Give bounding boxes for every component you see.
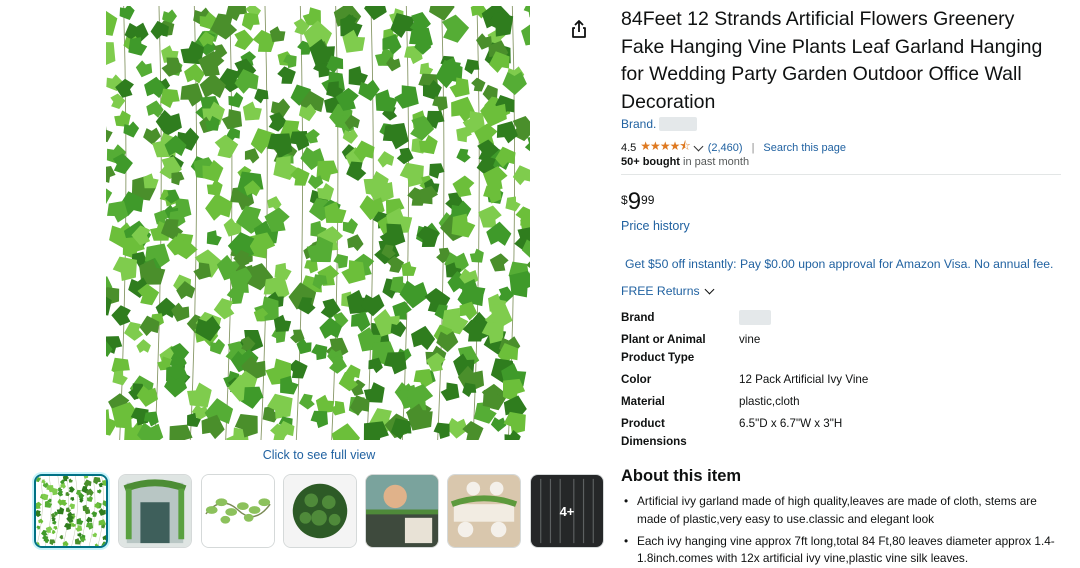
thumbnail-3[interactable]: [201, 474, 275, 548]
price-symbol: $: [621, 193, 628, 207]
product-title: 84Feet 12 Strands Artificial Flowers Gre…: [621, 8, 1043, 113]
separator: |: [751, 141, 755, 154]
spec-label: Brand: [621, 311, 655, 324]
spec-label: Product Dimensions: [621, 417, 687, 448]
thumbnail-6[interactable]: [447, 474, 521, 548]
about-item: Artificial ivy garland made of high qual…: [621, 493, 1061, 529]
rating-row: 4.5 ★★★★⯪ (2,460) | Search this page: [621, 137, 846, 158]
ivy-vine-image: [106, 6, 530, 440]
visa-promo-link[interactable]: Get $50 off instantly: Pay $0.00 upon ap…: [625, 257, 1053, 271]
spec-label: Plant or Animal Product Type: [621, 333, 706, 364]
about-heading: About this item: [621, 467, 742, 485]
free-returns-dropdown[interactable]: FREE Returns: [621, 284, 719, 298]
price-history-link[interactable]: Price history: [621, 219, 690, 233]
bought-info: 50+ bought in past month: [621, 156, 749, 168]
rating-value: 4.5: [621, 141, 637, 154]
price-whole: 9: [627, 188, 642, 215]
divider: [621, 174, 1061, 175]
thumbnail-5[interactable]: [365, 474, 439, 548]
spec-label: Material: [621, 395, 665, 408]
chevron-down-icon[interactable]: [693, 141, 704, 151]
about-list: Artificial ivy garland made of high qual…: [621, 493, 1061, 568]
full-view-link[interactable]: Click to see full view: [219, 448, 419, 462]
thumbnail-1[interactable]: [34, 474, 108, 548]
free-returns-label: FREE Returns: [621, 284, 700, 298]
thumbnail-4[interactable]: [283, 474, 357, 548]
main-product-image[interactable]: [106, 6, 530, 440]
more-images-label: 4+: [559, 503, 575, 519]
price: $ 9 99: [621, 189, 654, 215]
search-this-page-link[interactable]: Search this page: [763, 142, 846, 154]
bought-period: in past month: [679, 156, 750, 168]
thumbnail-more[interactable]: 4+: [530, 474, 604, 548]
spec-value: 12 Pack Artificial Ivy Vine: [739, 373, 869, 386]
about-item: Each ivy hanging vine approx 7ft long,to…: [621, 533, 1061, 568]
spec-value: vine: [739, 333, 761, 346]
brand-prefix: Brand.: [621, 117, 657, 131]
share-icon[interactable]: [568, 18, 590, 40]
spec-value: 6.5"D x 6.7"W x 3"H: [739, 417, 843, 430]
price-fraction: 99: [641, 193, 655, 207]
brand-name-redacted: [659, 117, 698, 131]
spec-value-redacted: [739, 309, 1059, 331]
thumbnail-2[interactable]: [118, 474, 192, 548]
spec-label: Color: [621, 373, 652, 386]
spec-value: plastic,cloth: [739, 395, 800, 408]
brand-store-link[interactable]: Brand.: [621, 117, 698, 131]
bought-count: 50+ bought: [621, 156, 680, 168]
star-rating-icon[interactable]: ★★★★⯪: [640, 137, 690, 158]
chevron-down-icon: [704, 284, 715, 294]
ratings-count-link[interactable]: (2,460): [708, 142, 743, 154]
